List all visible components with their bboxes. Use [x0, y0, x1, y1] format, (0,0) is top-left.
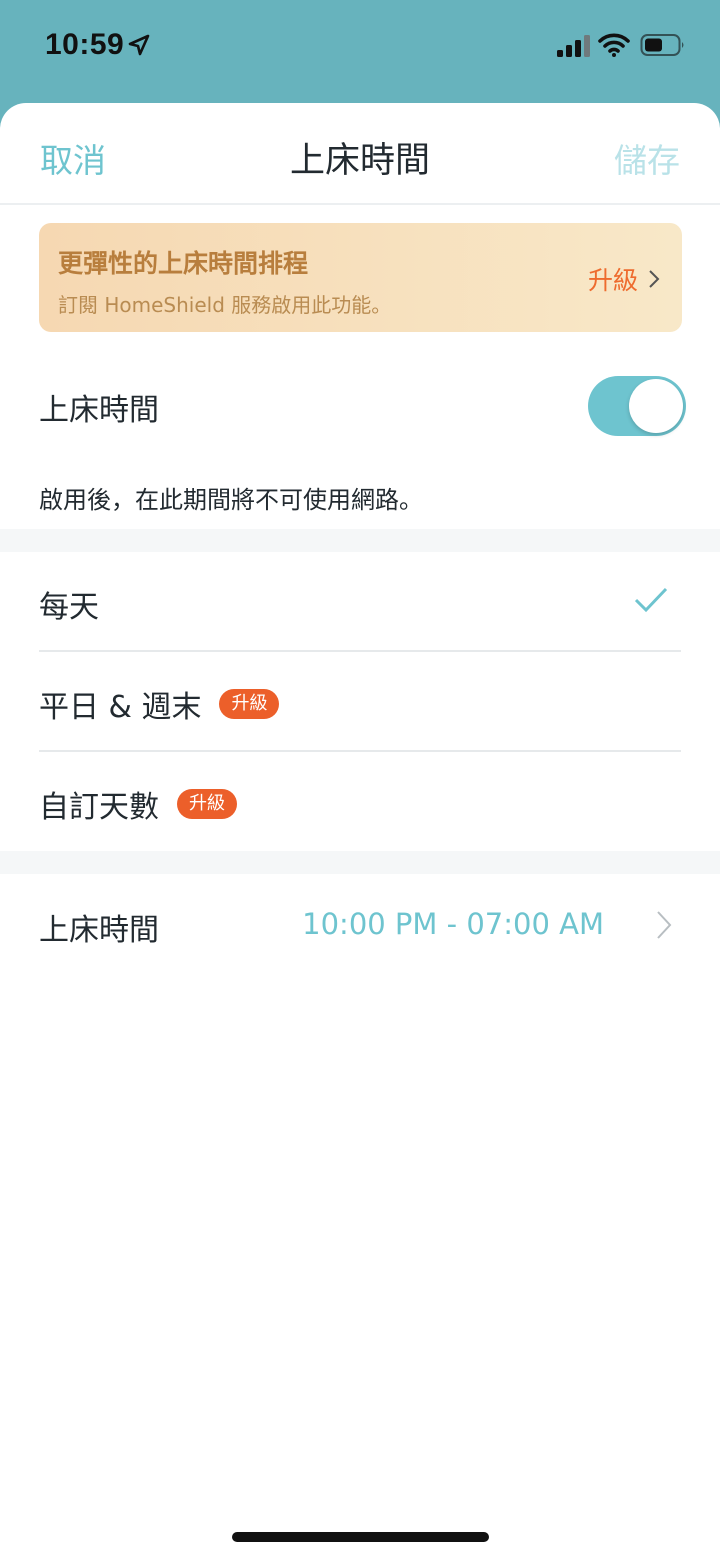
- option-label-wrapper: 平日 & 週末 升級: [39, 682, 280, 726]
- bedtime-description: 啟用後，在此期間將不可使用網路。: [39, 486, 423, 514]
- option-label: 平日 & 週末: [39, 690, 202, 725]
- upgrade-badge: 升級: [219, 689, 280, 719]
- option-label: 每天: [39, 590, 99, 625]
- schedule-option-custom-days[interactable]: 自訂天數 升級: [0, 752, 720, 852]
- chevron-right-icon: [657, 911, 672, 939]
- chevron-right-icon: [649, 270, 660, 288]
- wifi-icon: [598, 33, 630, 57]
- promo-subtitle: 訂閱 HomeShield 服務啟用此功能。: [58, 293, 392, 317]
- bedtime-range-value: 10:00 PM - 07:00 AM: [302, 907, 604, 941]
- battery-icon: [640, 34, 684, 56]
- promo-upgrade-link[interactable]: 升級: [588, 261, 660, 297]
- promo-upgrade-label: 升級: [587, 266, 638, 295]
- option-label: 自訂天數: [39, 790, 159, 825]
- location-arrow-icon: [128, 34, 150, 56]
- bedtime-range-row[interactable]: 上床時間 10:00 PM - 07:00 AM: [0, 875, 720, 975]
- promo-title: 更彈性的上床時間排程: [58, 249, 309, 278]
- bedtime-toggle-label: 上床時間: [39, 393, 159, 428]
- upgrade-badge: 升級: [177, 789, 237, 819]
- upgrade-promo-banner[interactable]: 更彈性的上床時間排程 訂閱 HomeShield 服務啟用此功能。 升級: [39, 223, 682, 332]
- status-time: 10:59: [45, 28, 125, 61]
- option-label-wrapper: 每天: [39, 582, 99, 626]
- bedtime-sheet: 取消 上床時間 儲存 更彈性的上床時間排程 訂閱 HomeShield 服務啟用…: [0, 103, 720, 1558]
- home-indicator[interactable]: [232, 1532, 489, 1542]
- bedtime-range-label: 上床時間: [39, 913, 159, 948]
- status-bar: 10:59: [0, 0, 720, 100]
- schedule-option-weekday-weekend[interactable]: 平日 & 週末 升級: [0, 652, 720, 752]
- bedtime-toggle-switch[interactable]: [588, 376, 686, 436]
- option-label-wrapper: 自訂天數 升級: [39, 782, 237, 826]
- save-button[interactable]: 儲存: [614, 134, 680, 182]
- page-title: 上床時間: [289, 141, 430, 181]
- checkmark-icon: [634, 587, 668, 613]
- screen: 10:59 取消 上床時間 儲存 更彈性的上床時間排程 訂閱 HomeShiel…: [0, 0, 720, 1558]
- schedule-option-everyday[interactable]: 每天: [0, 552, 720, 652]
- section-divider: [0, 851, 720, 874]
- toggle-knob: [629, 379, 683, 433]
- cellular-signal-icon: [557, 35, 590, 57]
- bedtime-toggle-row: 上床時間: [0, 363, 720, 449]
- section-divider: [0, 529, 720, 552]
- nav-bar: 取消 上床時間 儲存: [0, 103, 720, 205]
